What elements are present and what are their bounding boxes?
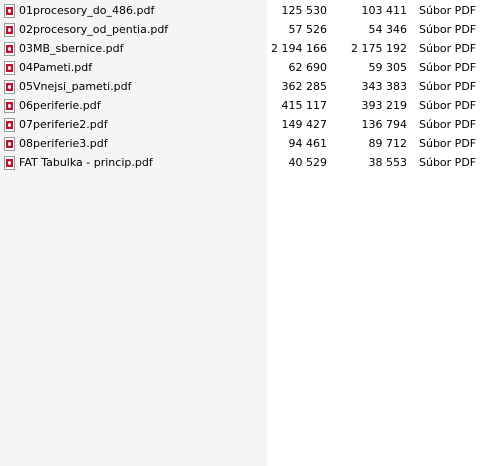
pdf-file-icon bbox=[4, 23, 15, 37]
file-type: Súbor PDF bbox=[419, 80, 477, 93]
pdf-file-icon bbox=[4, 42, 15, 56]
file-type: Súbor PDF bbox=[419, 4, 477, 17]
pdf-file-icon bbox=[4, 137, 15, 151]
file-packed-size: 103 411 bbox=[361, 4, 408, 17]
file-name: 03MB_sbernice.pdf bbox=[19, 42, 124, 55]
file-packed-size: 393 219 bbox=[361, 99, 408, 112]
file-row[interactable]: 04Pameti.pdf 62 690 59 305 Súbor PDF bbox=[0, 59, 491, 78]
file-size: 40 529 bbox=[288, 156, 328, 169]
file-packed-size: 136 794 bbox=[361, 118, 408, 131]
file-packed-size: 343 383 bbox=[361, 80, 408, 93]
pdf-file-icon bbox=[4, 118, 15, 132]
file-size: 57 526 bbox=[288, 23, 328, 36]
file-packed-size: 2 175 192 bbox=[351, 42, 407, 55]
file-row[interactable]: 06periferie.pdf 415 117 393 219 Súbor PD… bbox=[0, 97, 491, 116]
pdf-file-icon bbox=[4, 80, 15, 94]
pdf-file-icon bbox=[4, 61, 15, 75]
file-name: 07periferie2.pdf bbox=[19, 118, 108, 131]
file-list-pane: 01procesory_do_486.pdf 125 530 103 411 S… bbox=[0, 0, 491, 466]
file-name: 05Vnejsi_pameti.pdf bbox=[19, 80, 132, 93]
file-row[interactable]: FAT Tabulka - princip.pdf 40 529 38 553 … bbox=[0, 154, 491, 173]
pdf-file-icon bbox=[4, 156, 15, 170]
file-name: 08periferie3.pdf bbox=[19, 137, 108, 150]
file-size: 62 690 bbox=[288, 61, 328, 74]
file-type: Súbor PDF bbox=[419, 118, 477, 131]
file-name: 06periferie.pdf bbox=[19, 99, 101, 112]
pdf-file-icon bbox=[4, 4, 15, 18]
file-row[interactable]: 01procesory_do_486.pdf 125 530 103 411 S… bbox=[0, 2, 491, 21]
file-name: 02procesory_od_pentia.pdf bbox=[19, 23, 169, 36]
file-type: Súbor PDF bbox=[419, 156, 477, 169]
file-name: FAT Tabulka - princip.pdf bbox=[19, 156, 153, 169]
file-size: 125 530 bbox=[281, 4, 328, 17]
file-packed-size: 89 712 bbox=[368, 137, 408, 150]
file-row[interactable]: 07periferie2.pdf 149 427 136 794 Súbor P… bbox=[0, 116, 491, 135]
file-type: Súbor PDF bbox=[419, 99, 477, 112]
file-name: 04Pameti.pdf bbox=[19, 61, 93, 74]
file-packed-size: 54 346 bbox=[368, 23, 408, 36]
file-packed-size: 59 305 bbox=[368, 61, 408, 74]
file-size: 149 427 bbox=[281, 118, 328, 131]
file-size: 94 461 bbox=[288, 137, 328, 150]
file-type: Súbor PDF bbox=[419, 137, 477, 150]
file-row[interactable]: 02procesory_od_pentia.pdf 57 526 54 346 … bbox=[0, 21, 491, 40]
file-row[interactable]: 05Vnejsi_pameti.pdf 362 285 343 383 Súbo… bbox=[0, 78, 491, 97]
file-size: 362 285 bbox=[281, 80, 328, 93]
pdf-file-icon bbox=[4, 99, 15, 113]
file-list: 01procesory_do_486.pdf 125 530 103 411 S… bbox=[0, 0, 491, 173]
file-row[interactable]: 03MB_sbernice.pdf 2 194 166 2 175 192 Sú… bbox=[0, 40, 491, 59]
file-type: Súbor PDF bbox=[419, 61, 477, 74]
file-type: Súbor PDF bbox=[419, 42, 477, 55]
file-row[interactable]: 08periferie3.pdf 94 461 89 712 Súbor PDF bbox=[0, 135, 491, 154]
file-type: Súbor PDF bbox=[419, 23, 477, 36]
file-size: 2 194 166 bbox=[271, 42, 327, 55]
file-size: 415 117 bbox=[281, 99, 328, 112]
file-packed-size: 38 553 bbox=[368, 156, 408, 169]
file-name: 01procesory_do_486.pdf bbox=[19, 4, 155, 17]
